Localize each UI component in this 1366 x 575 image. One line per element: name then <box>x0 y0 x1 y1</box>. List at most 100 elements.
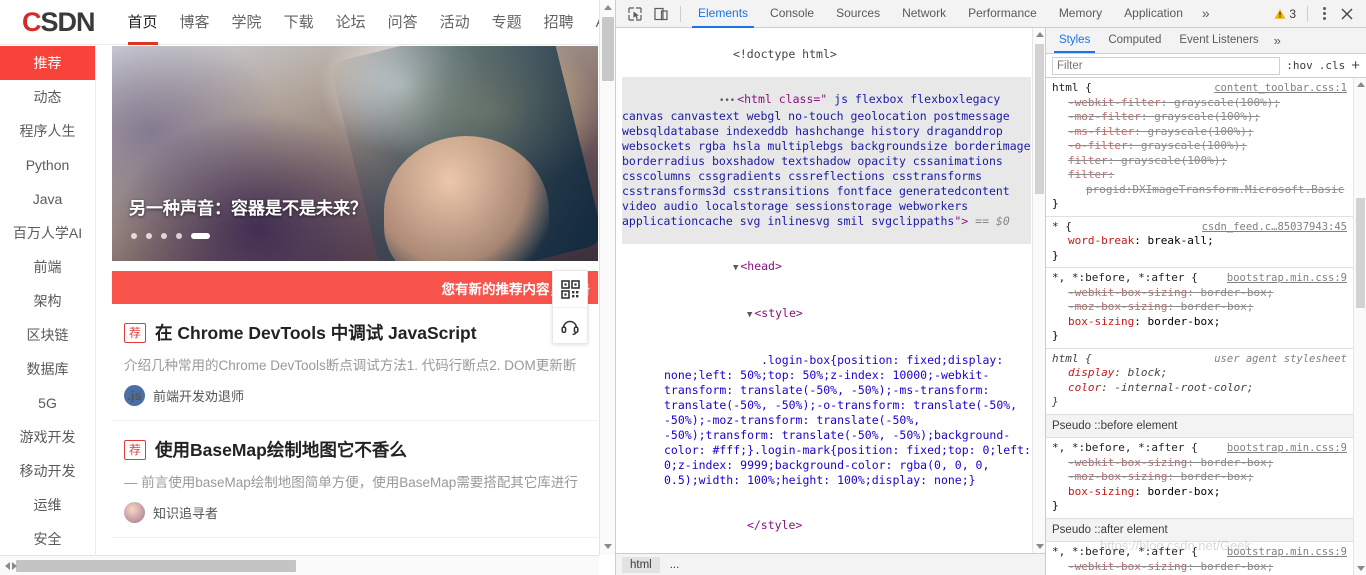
css-property[interactable]: -moz-filter <box>1068 110 1141 123</box>
css-declaration[interactable]: -moz-box-sizing: border-box; <box>1052 470 1347 485</box>
css-value[interactable]: grayscale(100%); <box>1154 110 1260 123</box>
devtools-menu-button[interactable] <box>1314 4 1334 23</box>
css-declaration[interactable]: box-sizing: border-box; <box>1052 315 1347 330</box>
toggle-class-button[interactable]: .cls <box>1319 59 1346 72</box>
expand-triangle-icon[interactable]: ••• <box>719 96 735 106</box>
dom-style-open-line[interactable]: ▼ <style> <box>622 291 1031 338</box>
css-rule[interactable]: * { csdn_feed.c…85037943:45 word-break: … <box>1046 217 1353 268</box>
css-declaration[interactable]: -webkit-box-sizing: border-box; <box>1052 456 1347 471</box>
css-rule[interactable]: html { content_toolbar.css:1 -webkit-fil… <box>1046 78 1353 217</box>
css-rule[interactable]: *, *:before, *:after { bootstrap.min.css… <box>1046 542 1353 575</box>
css-value[interactable]: border-box; <box>1200 456 1273 469</box>
device-toolbar-button[interactable] <box>648 1 674 27</box>
sidebar-item-ops[interactable]: 运维 <box>0 488 95 522</box>
css-origin-link[interactable]: bootstrap.min.css:9 <box>1227 545 1347 560</box>
carousel-dot-active[interactable] <box>191 233 210 239</box>
css-value[interactable]: grayscale(100%); <box>1121 154 1227 167</box>
article-card[interactable]: 荐 使用BaseMap绘制地图它不香么 — 前言使用baseMap绘制地图简单方… <box>112 421 598 538</box>
warning-count-button[interactable]: 3 <box>1269 7 1301 21</box>
css-declaration[interactable]: -moz-box-sizing: border-box; <box>1052 300 1347 315</box>
nav-item-topic[interactable]: 专题 <box>481 0 533 45</box>
css-value[interactable]: break-all; <box>1147 234 1213 247</box>
dom-style-css-text[interactable]: .login-box{position: fixed;display: none… <box>622 338 1031 503</box>
styles-scroll-up-arrow[interactable] <box>1354 78 1366 91</box>
sidebar-item-programmer-life[interactable]: 程序人生 <box>0 114 95 148</box>
css-selector[interactable]: *, *:before, *:after { <box>1052 271 1198 286</box>
css-value[interactable]: grayscale(100%); <box>1141 139 1247 152</box>
dom-tree[interactable]: <!doctype html> ••• <html class=" js flex… <box>616 28 1045 553</box>
css-property[interactable]: -webkit-box-sizing <box>1068 560 1187 573</box>
article-title[interactable]: 在 Chrome DevTools 中调试 JavaScript <box>155 320 477 345</box>
tab-styles[interactable]: Styles <box>1050 28 1099 53</box>
css-property[interactable]: box-sizing <box>1068 485 1134 498</box>
hero-carousel[interactable]: 另一种声音：容器是不是未来？ <box>112 46 598 261</box>
css-declaration[interactable]: -ms-filter: grayscale(100%); <box>1052 125 1347 140</box>
dom-tree-scrollbar[interactable] <box>1032 28 1045 553</box>
tab-sources[interactable]: Sources <box>825 0 891 28</box>
article-title[interactable]: 使用BaseMap绘制地图它不香么 <box>155 437 407 462</box>
css-property[interactable]: box-sizing <box>1068 315 1134 328</box>
css-declaration[interactable]: box-sizing: border-box; <box>1052 485 1347 500</box>
nav-item-jobs[interactable]: 招聘 <box>533 0 585 45</box>
scroll-right-arrow[interactable] <box>12 562 17 570</box>
css-declaration[interactable]: -webkit-box-sizing: border-box; <box>1052 286 1347 301</box>
tab-event-listeners[interactable]: Event Listeners <box>1170 28 1267 53</box>
close-devtools-button[interactable] <box>1334 1 1360 27</box>
css-rule[interactable]: *, *:before, *:after { bootstrap.min.css… <box>1046 438 1353 519</box>
collapse-triangle-icon[interactable]: ▼ <box>733 263 738 273</box>
carousel-dots[interactable] <box>131 233 210 239</box>
sidebar-item-frontend[interactable]: 前端 <box>0 250 95 284</box>
css-declaration[interactable]: filter: <box>1052 168 1347 183</box>
nav-item-activity[interactable]: 活动 <box>429 0 481 45</box>
sidebar-item-ai[interactable]: 百万人学AI <box>0 216 95 250</box>
css-value[interactable]: border-box; <box>1147 315 1220 328</box>
sidebar-item-architecture[interactable]: 架构 <box>0 284 95 318</box>
css-origin-link[interactable]: bootstrap.min.css:9 <box>1227 271 1347 286</box>
dom-scroll-thumb[interactable] <box>1035 44 1044 194</box>
author-name[interactable]: 知识追寻者 <box>153 503 218 522</box>
tab-network[interactable]: Network <box>891 0 957 28</box>
css-value[interactable]: progid:DXImageTransform.Microsoft.Basic <box>1086 183 1344 196</box>
css-property[interactable]: filter <box>1068 168 1108 181</box>
article-author-row[interactable]: 知识追寻者 <box>124 502 598 523</box>
tab-console[interactable]: Console <box>759 0 825 28</box>
nav-item-academy[interactable]: 学院 <box>221 0 273 45</box>
css-declaration[interactable]: word-break: break-all; <box>1052 234 1347 249</box>
styles-scroll-thumb[interactable] <box>1356 198 1365 308</box>
css-property[interactable]: filter <box>1068 154 1108 167</box>
scroll-left-arrow[interactable] <box>5 562 10 570</box>
sidebar-item-blockchain[interactable]: 区块链 <box>0 318 95 352</box>
breadcrumb-html[interactable]: html <box>622 556 660 573</box>
dom-html-line[interactable]: ••• <html class=" js flexbox flexboxlegac… <box>622 77 1031 244</box>
css-property[interactable]: -webkit-filter <box>1068 96 1161 109</box>
sidebar-item-database[interactable]: 数据库 <box>0 352 95 386</box>
vertical-scroll-thumb[interactable] <box>602 17 614 81</box>
sidebar-item-5g[interactable]: 5G <box>0 386 95 420</box>
css-selector[interactable]: *, *:before, *:after { <box>1052 441 1198 456</box>
css-selector[interactable]: * { <box>1052 220 1072 235</box>
css-value[interactable]: grayscale(100%); <box>1147 125 1253 138</box>
css-value[interactable]: grayscale(100%); <box>1174 96 1280 109</box>
styles-scroll-down-arrow[interactable] <box>1354 562 1366 575</box>
new-style-rule-button[interactable]: + <box>1351 58 1360 73</box>
more-tabs-button[interactable]: » <box>1194 0 1218 28</box>
css-selector[interactable]: *, *:before, *:after { <box>1052 545 1198 560</box>
more-styles-tabs-button[interactable]: » <box>1268 28 1287 53</box>
carousel-dot-1[interactable] <box>131 233 137 239</box>
nav-item-download[interactable]: 下载 <box>273 0 325 45</box>
csdn-logo[interactable]: C SDN <box>22 7 96 38</box>
sidebar-item-python[interactable]: Python <box>0 148 95 182</box>
css-value[interactable]: border-box; <box>1200 286 1273 299</box>
page-horizontal-scrollbar[interactable] <box>0 555 599 575</box>
nav-item-blog[interactable]: 博客 <box>169 0 221 45</box>
toggle-hover-state-button[interactable]: :hov <box>1286 59 1313 72</box>
styles-filter-input[interactable] <box>1052 56 1281 75</box>
css-selector[interactable]: html { <box>1052 81 1092 96</box>
css-property[interactable]: -o-filter <box>1068 139 1128 152</box>
scroll-down-arrow[interactable] <box>600 539 615 555</box>
sidebar-item-mobiledev[interactable]: 移动开发 <box>0 454 95 488</box>
css-selector[interactable]: html { <box>1052 352 1092 367</box>
qrcode-button[interactable] <box>553 271 587 307</box>
author-name[interactable]: 前端开发劝退师 <box>153 386 244 405</box>
tab-application[interactable]: Application <box>1113 0 1194 28</box>
